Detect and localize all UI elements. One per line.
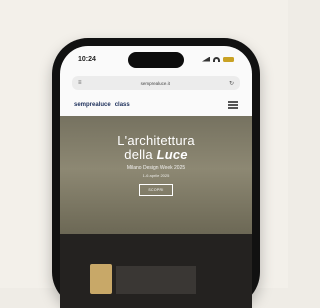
browser-url-bar[interactable]: ≡ semprealuce.it ↻ [72, 76, 240, 90]
logo-part-1: semprealuce [74, 102, 111, 108]
hero-title-plain: della [124, 147, 157, 162]
menu-line [228, 101, 238, 103]
content-section [60, 234, 252, 308]
hamburger-menu-icon[interactable] [228, 101, 238, 109]
battery-icon [223, 56, 234, 62]
hero-date: 1-6 aprile 2025 [142, 173, 170, 178]
product-thumbnail[interactable] [90, 264, 112, 294]
hero-title-emphasis: Luce [156, 147, 188, 162]
url-text[interactable]: semprealuce.it [141, 81, 170, 86]
reload-icon[interactable]: ↻ [229, 80, 234, 87]
site-navbar: semprealuce class [60, 96, 252, 114]
signal-icon [202, 56, 210, 62]
dynamic-island [128, 52, 184, 68]
menu-line [228, 107, 238, 109]
status-icons [202, 56, 234, 62]
hero-title: L'architettura della Luce [60, 134, 252, 162]
text-size-icon[interactable]: ≡ [78, 80, 82, 86]
hero-subtitle: Milano Design Week 2025 [126, 165, 186, 171]
hero-title-line1: L'architettura [117, 133, 195, 148]
hero-banner: L'architettura della Luce Milano Design … [60, 116, 252, 234]
phone-mockup: 10:24 ≡ semprealuce.it ↻ semprealuce cla… [52, 38, 260, 308]
menu-line [228, 104, 238, 106]
site-logo[interactable]: semprealuce class [74, 102, 130, 108]
product-card[interactable] [116, 266, 196, 294]
hero-title-line2: della Luce [60, 148, 252, 162]
status-time: 10:24 [78, 55, 96, 63]
wifi-icon [213, 56, 220, 62]
phone-screen: 10:24 ≡ semprealuce.it ↻ semprealuce cla… [60, 46, 252, 308]
logo-part-2: class [114, 102, 130, 108]
hero-cta-button[interactable]: SCOPRI [139, 184, 173, 196]
